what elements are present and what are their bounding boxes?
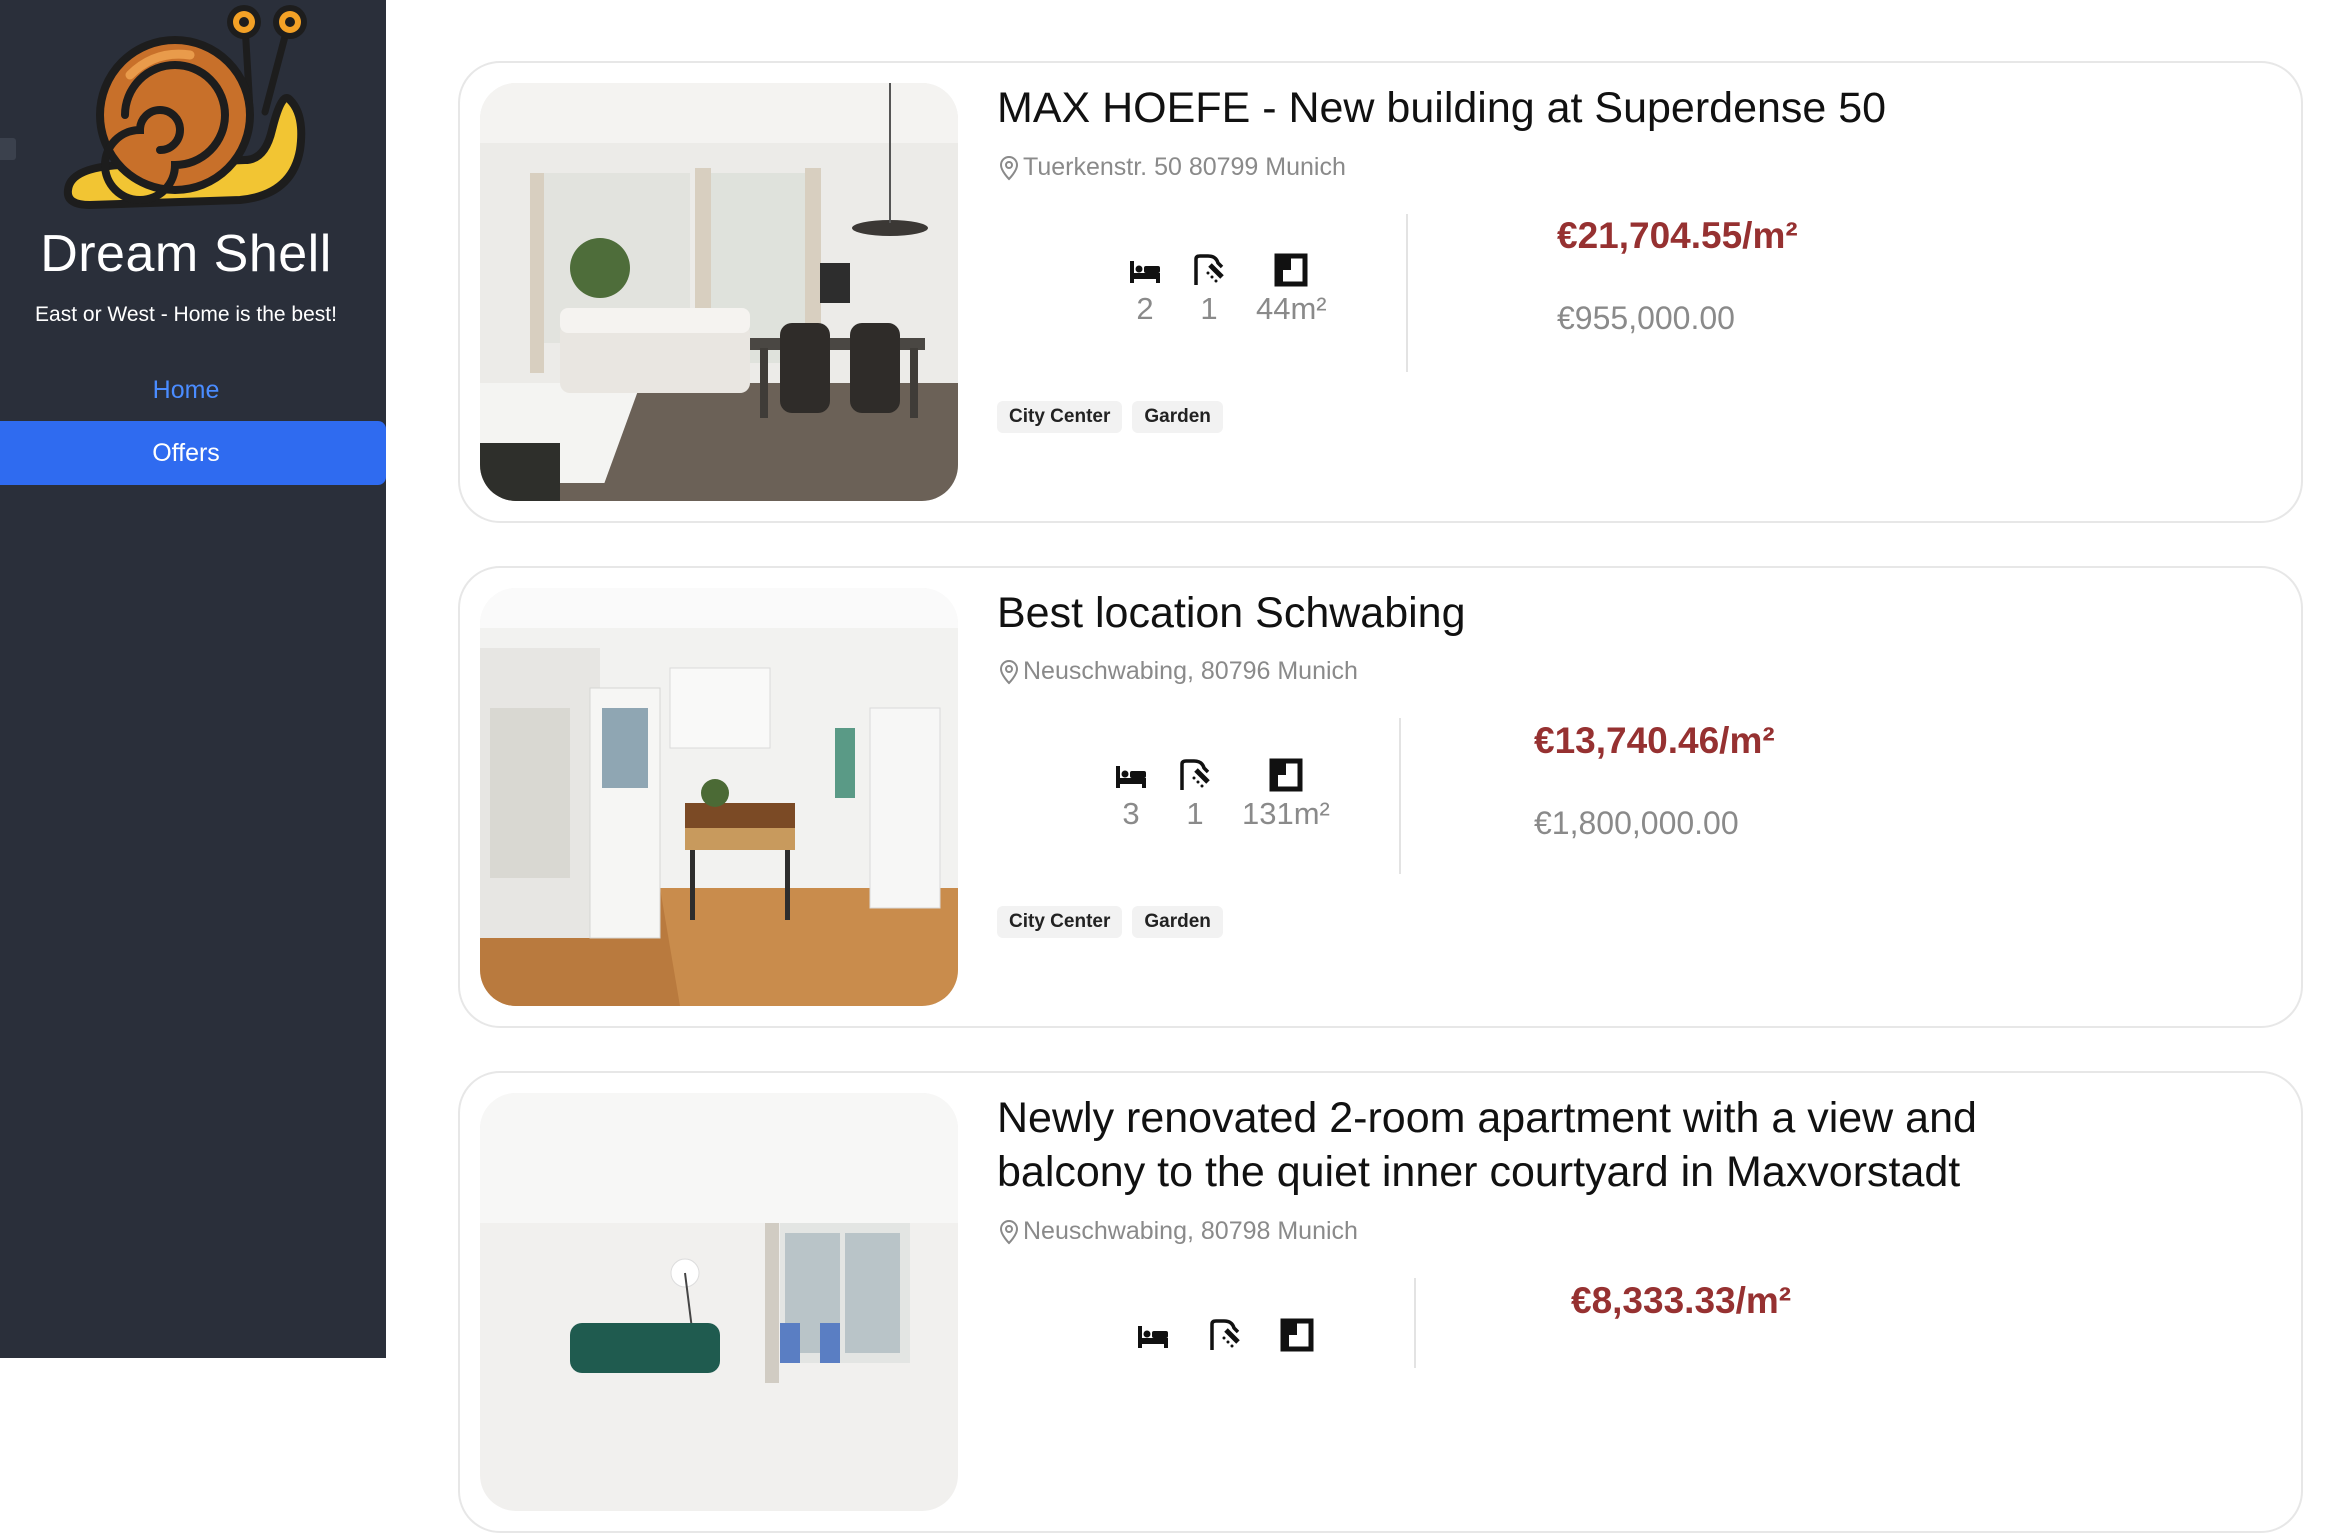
listing-title[interactable]: MAX HOEFE - New building at Superdense 5… [997,81,2097,135]
total-price: €1,800,000.00 [1534,805,1739,841]
floorplan-icon [1280,1318,1314,1352]
bed-icon [1130,261,1160,283]
bedrooms-value: 3 [1122,796,1140,831]
bathrooms-value: 1 [1200,291,1218,326]
location-pin-icon [999,155,1019,180]
bathrooms-stat: 1 [1178,758,1212,832]
tag-city-center: City Center [997,401,1123,433]
listing-stats: 2 1 44m² [1128,253,1357,327]
listing-photo[interactable] [480,83,958,501]
listing-address: Neuschwabing, 80798 Munich [997,1217,1358,1246]
bathrooms-stat: 1 [1192,253,1226,327]
bed-icon [1116,766,1146,788]
price-per-sqm: €13,740.46/m² [1534,720,1775,761]
stats-divider [1406,214,1408,372]
listing-stats [1136,1318,1344,1352]
stats-divider [1414,1278,1416,1368]
bathrooms-value: 1 [1186,796,1204,831]
bathrooms-stat [1208,1318,1242,1352]
listing-card[interactable]: MAX HOEFE - New building at Superdense 5… [458,61,2303,523]
area-stat: 131m² [1242,758,1330,832]
tag-list: City Center Garden [997,906,1223,938]
stats-divider [1399,718,1401,874]
collapsed-panel-tab[interactable] [0,138,16,160]
floorplan-icon [1269,758,1303,792]
location-pin-icon [999,659,1019,684]
listing-photo[interactable] [480,588,958,1006]
nav-offers[interactable]: Offers [0,421,386,485]
price-per-sqm: €8,333.33/m² [1571,1280,1792,1321]
listing-photo[interactable] [480,1093,958,1511]
address-text: Tuerkenstr. 50 80799 Munich [1023,153,1346,181]
tag-city-center: City Center [997,906,1123,938]
total-price: €955,000.00 [1557,300,1735,336]
tag-list: City Center Garden [997,401,1223,433]
brand-name: Dream Shell [40,225,332,283]
area-stat [1280,1318,1314,1352]
snail-logo-icon [63,5,307,209]
tag-garden: Garden [1132,401,1223,433]
bed-icon [1138,1326,1168,1348]
shower-icon [1194,254,1224,285]
nav-home[interactable]: Home [0,358,386,422]
listing-address: Tuerkenstr. 50 80799 Munich [997,153,1346,182]
bedrooms-value: 2 [1136,291,1154,326]
sidebar: Dream Shell East or West - Home is the b… [0,0,386,1358]
area-value: 44m² [1256,291,1327,326]
listing-title[interactable]: Best location Schwabing [997,586,2097,640]
bedrooms-stat: 3 [1114,758,1148,832]
listing-title[interactable]: Newly renovated 2-room apartment with a … [997,1091,2097,1199]
listing-stats: 3 1 131m² [1114,758,1360,832]
floorplan-icon [1274,253,1308,287]
listing-address: Neuschwabing, 80796 Munich [997,657,1358,686]
brand-tagline: East or West - Home is the best! [35,303,337,326]
price-per-sqm: €21,704.55/m² [1557,215,1798,256]
bedrooms-stat: 2 [1128,253,1162,327]
listing-card[interactable]: Best location Schwabing Neuschwabing, 80… [458,566,2303,1028]
tag-garden: Garden [1132,906,1223,938]
area-value: 131m² [1242,796,1330,831]
shower-icon [1210,1319,1240,1350]
listing-card[interactable]: Newly renovated 2-room apartment with a … [458,1071,2303,1533]
bedrooms-stat [1136,1318,1170,1352]
location-pin-icon [999,1219,1019,1244]
address-text: Neuschwabing, 80798 Munich [1023,1217,1358,1245]
address-text: Neuschwabing, 80796 Munich [1023,657,1358,685]
shower-icon [1180,759,1210,790]
area-stat: 44m² [1256,253,1327,327]
